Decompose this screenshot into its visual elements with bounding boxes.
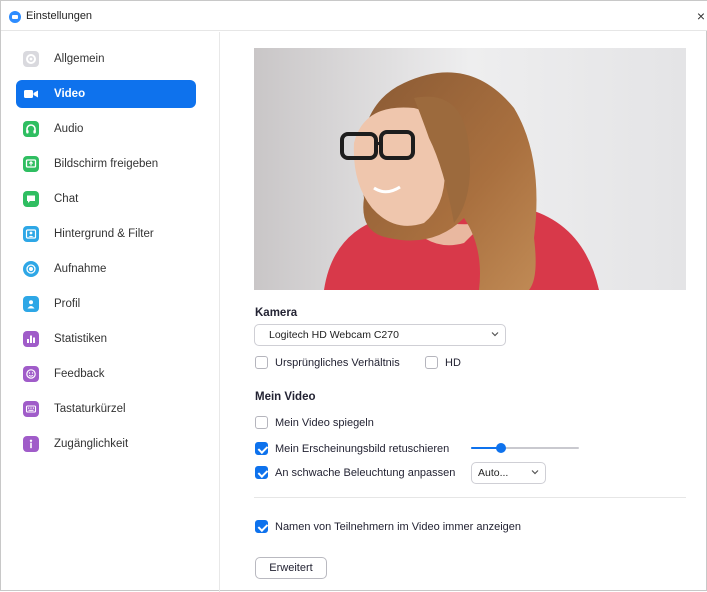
- sidebar-item-label: Chat: [54, 193, 79, 205]
- sidebar-item-label: Feedback: [54, 368, 105, 380]
- camera-preview: [254, 48, 686, 290]
- sidebar-item-allgemein[interactable]: Allgemein: [16, 45, 196, 73]
- advanced-button[interactable]: Erweitert: [255, 557, 327, 579]
- sidebar-item-chat[interactable]: Chat: [16, 185, 196, 213]
- chat-bubble-icon: [23, 191, 39, 207]
- sidebar-item-label: Profil: [54, 298, 81, 310]
- sidebar-item-hintergrund-filter[interactable]: Hintergrund & Filter: [16, 220, 196, 248]
- sidebar-item-video[interactable]: Video: [16, 80, 196, 108]
- video-camera-icon: [23, 86, 39, 102]
- chevron-down-icon: [531, 470, 539, 475]
- sidebar-item-label: Video: [54, 88, 86, 100]
- original-ratio-checkbox[interactable]: Ursprüngliches Verhältnis: [255, 356, 400, 369]
- profile-icon: [23, 296, 39, 312]
- sidebar-item-label: Allgemein: [54, 53, 105, 65]
- settings-window: Einstellungen × Allgemein Video Audio Bi…: [0, 0, 707, 592]
- sidebar-item-label: Aufnahme: [54, 263, 107, 275]
- hd-label: HD: [445, 356, 461, 369]
- sidebar-item-statistiken[interactable]: Statistiken: [16, 325, 196, 353]
- sidebar-item-label: Tastaturkürzel: [54, 403, 126, 415]
- checkbox-box[interactable]: [255, 466, 268, 479]
- sidebar-item-audio[interactable]: Audio: [16, 115, 196, 143]
- sidebar-item-feedback[interactable]: Feedback: [16, 360, 196, 388]
- record-icon: [23, 261, 39, 277]
- mirror-video-label: Mein Video spiegeln: [275, 416, 374, 429]
- touch-up-slider[interactable]: [471, 443, 579, 453]
- sidebar-item-bildschirm-freigeben[interactable]: Bildschirm freigeben: [16, 150, 196, 178]
- camera-select-value: Logitech HD Webcam C270: [269, 329, 399, 341]
- keyboard-icon: [23, 401, 39, 417]
- settings-sidebar: Allgemein Video Audio Bildschirm freigeb…: [5, 32, 220, 592]
- original-ratio-label: Ursprüngliches Verhältnis: [275, 356, 400, 369]
- checkbox-box[interactable]: [255, 442, 268, 455]
- sidebar-item-profil[interactable]: Profil: [16, 290, 196, 318]
- checkbox-box[interactable]: [255, 520, 268, 533]
- sidebar-item-aufnahme[interactable]: Aufnahme: [16, 255, 196, 283]
- slider-thumb[interactable]: [496, 443, 507, 453]
- headphones-icon: [23, 121, 39, 137]
- zoom-app-icon: [9, 11, 21, 23]
- video-settings-panel: Kamera Logitech HD Webcam C270 Ursprüngl…: [221, 32, 707, 592]
- sidebar-item-tastaturkuerzel[interactable]: Tastaturkürzel: [16, 395, 196, 423]
- sidebar-item-zugaenglichkeit[interactable]: Zugänglichkeit: [16, 430, 196, 458]
- low-light-checkbox[interactable]: An schwache Beleuchtung anpassen: [255, 466, 455, 479]
- background-icon: [23, 226, 39, 242]
- low-light-label: An schwache Beleuchtung anpassen: [275, 466, 456, 479]
- mirror-video-checkbox[interactable]: Mein Video spiegeln: [255, 416, 374, 429]
- section-divider: [254, 497, 686, 498]
- close-button[interactable]: ×: [694, 9, 707, 23]
- title-bar: Einstellungen ×: [1, 1, 707, 31]
- window-title: Einstellungen: [26, 10, 93, 22]
- show-names-checkbox[interactable]: Namen von Teilnehmern im Video immer anz…: [255, 520, 521, 533]
- camera-heading: Kamera: [255, 307, 298, 319]
- sidebar-item-label: Audio: [54, 123, 84, 135]
- share-screen-icon: [23, 156, 39, 172]
- chevron-down-icon: [491, 332, 499, 337]
- sidebar-item-label: Bildschirm freigeben: [54, 158, 159, 170]
- camera-preview-image: [254, 48, 686, 290]
- checkbox-box[interactable]: [255, 416, 268, 429]
- touch-up-label: Mein Erscheinungsbild retuschieren: [275, 442, 450, 455]
- checkbox-box[interactable]: [425, 356, 438, 369]
- camera-select[interactable]: Logitech HD Webcam C270: [254, 324, 506, 346]
- sidebar-item-label: Zugänglichkeit: [54, 438, 129, 450]
- feedback-smiley-icon: [23, 366, 39, 382]
- touch-up-checkbox[interactable]: Mein Erscheinungsbild retuschieren: [255, 442, 449, 455]
- sidebar-item-label: Hintergrund & Filter: [54, 228, 154, 240]
- low-light-mode-value: Auto...: [478, 467, 509, 479]
- statistics-icon: [23, 331, 39, 347]
- checkbox-box[interactable]: [255, 356, 268, 369]
- accessibility-icon: [23, 436, 39, 452]
- my-video-heading: Mein Video: [255, 391, 316, 403]
- sidebar-item-label: Statistiken: [54, 333, 108, 345]
- hd-checkbox[interactable]: HD: [425, 356, 461, 369]
- low-light-mode-select[interactable]: Auto...: [471, 462, 546, 484]
- show-names-label: Namen von Teilnehmern im Video immer anz…: [275, 520, 521, 533]
- gear-icon: [23, 51, 39, 67]
